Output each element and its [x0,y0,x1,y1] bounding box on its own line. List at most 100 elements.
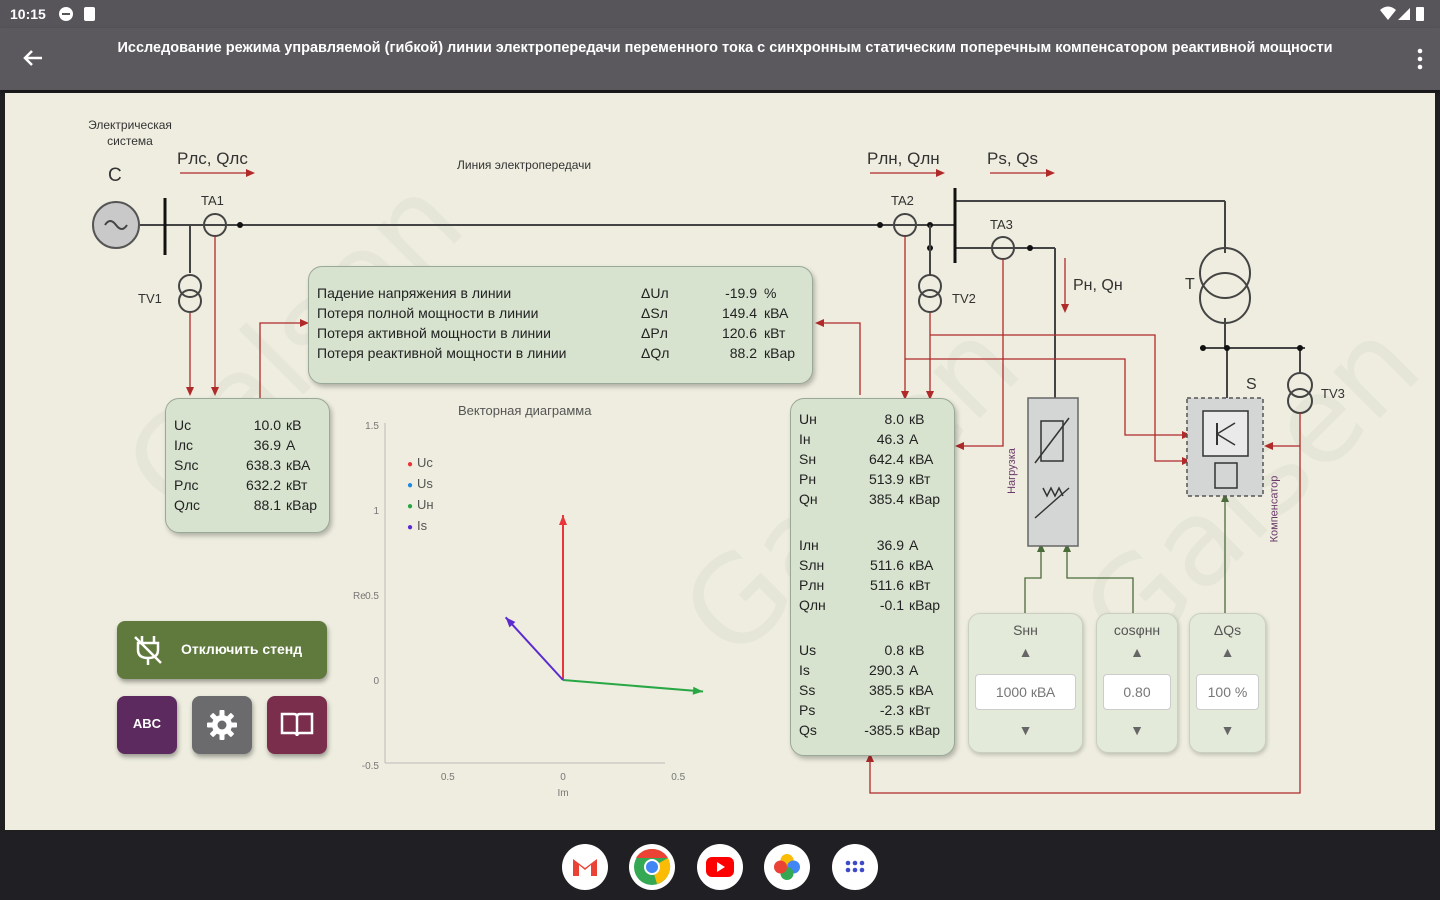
y-tick-label: 0.5 [365,591,379,602]
y-tick-label: 0 [373,676,379,687]
param-symbol: Us [799,642,817,658]
legend-label: Is [417,518,428,533]
param-value: 290.3 [868,662,904,678]
param-unit: кВт [909,577,931,593]
settings-button[interactable] [192,696,252,754]
param-symbol: Sлс [174,457,199,473]
apps-grid-icon[interactable] [832,844,878,890]
param-symbol: Sн [799,451,817,467]
notification-icons [58,6,98,25]
control-title: ΔQs [1213,622,1242,638]
status-bar: 10:15 [0,0,1440,28]
param-value: 385.4 [868,491,904,507]
chrome-icon[interactable] [629,844,675,890]
loss-symbol: ΔQл [641,345,670,361]
system-icons [1378,5,1428,26]
legend-dot-icon: ● [407,522,414,533]
pc-flow-label: Pлс, Qлс [177,149,248,168]
param-value: 0.8 [884,642,904,658]
loss-name: Потеря полной мощности в линии [317,305,539,321]
param-unit: кВ [909,642,925,658]
param-value: 8.0 [884,411,904,427]
more-menu-icon[interactable] [1414,46,1426,72]
youtube-icon[interactable] [697,844,743,890]
source-label: C [108,165,122,186]
chart-title: Векторная диаграмма [458,403,592,418]
page-title: Исследование режима управляемой (гибкой)… [117,40,1333,56]
param-symbol: Qн [799,491,818,507]
legend-item: ● Uс [407,453,434,474]
wifi-battery-icon [1380,6,1424,21]
gmail-icon[interactable] [562,844,608,890]
open-book-icon [280,712,314,737]
photos-icon[interactable] [764,844,810,890]
param-value: 46.3 [876,431,904,447]
param-unit: кВА [286,457,311,473]
param-symbol: Uс [174,417,192,433]
compensator-label: Компенсатор [1268,475,1281,543]
param-symbol: Uн [799,411,817,427]
param-value: 638.3 [245,457,281,473]
cosphi-field[interactable]: 0.80 [1103,674,1171,710]
increase-chevron-icon[interactable]: ▲ [1190,644,1265,666]
abc-button[interactable]: ABC [117,696,177,754]
loss-unit: кВт [764,325,786,341]
decrease-chevron-icon[interactable]: ▼ [969,722,1082,744]
decrease-chevron-icon[interactable]: ▼ [1190,722,1265,744]
app-bar: Исследование режима управляемой (гибкой)… [0,28,1440,90]
loss-value: 120.6 [721,325,757,341]
param-value: 385.5 [868,682,904,698]
decrease-chevron-icon[interactable]: ▼ [1097,722,1177,744]
param-unit: кВар [286,497,318,513]
x-tick-label: 0.5 [671,772,685,783]
stand-canvas: Galsen Galsen Galsen [5,93,1435,830]
param-symbol: Iлн [799,537,819,553]
load-flow-label: Pн, Qн [1073,277,1123,294]
param-value: -0.1 [879,597,904,613]
legend-item: ● Uн [407,495,434,516]
compensation-control: ΔQs ▲ 100 % ▼ [1189,613,1266,753]
param-unit: кВар [909,722,941,738]
param-value: 511.6 [870,557,904,573]
param-unit: кВА [909,682,934,698]
loss-value: 88.2 [729,345,757,361]
tv3-label: TV3 [1321,386,1345,401]
param-unit: А [909,537,919,553]
vector-2 [562,679,704,693]
loss-name: Потеря активной мощности в линии [317,325,551,341]
loss-unit: % [764,285,777,301]
legend-dot-icon: ● [407,480,414,491]
vector-head-0 [559,515,567,525]
param-symbol: Pлс [174,477,199,493]
x-axis-label: Im [557,788,568,798]
legend-label: Us [417,476,433,491]
y-tick-label: 1.5 [365,421,379,432]
control-title: cosφнн [1113,622,1161,638]
disconnect-stand-button[interactable]: Отключить стенд [117,621,327,679]
y-tick-label: 1 [373,506,379,517]
vpn-icon [59,7,95,21]
source-panel: Uс 10.0 кВ Iлс 36.9 А Sлс 638.3 кВА Pлс 632.2 кВт Qл… [165,398,330,533]
manual-button[interactable] [267,696,327,754]
increase-chevron-icon[interactable]: ▲ [969,644,1082,666]
increase-chevron-icon[interactable]: ▲ [1097,644,1177,666]
system-label: Электрическая система [88,118,172,148]
compensation-field[interactable]: 100 % [1196,674,1259,710]
param-symbol: Ss [799,682,816,698]
param-unit: кВар [909,597,941,613]
ta2-label: TA2 [891,193,914,208]
param-value: 88.1 [253,497,281,513]
load-power-field[interactable]: 1000 кВА [975,674,1076,710]
line-label: Линия электропередачи [457,158,592,172]
param-unit: кВт [286,477,308,493]
legend-dot-icon: ● [407,501,414,512]
back-arrow-icon[interactable] [18,43,48,73]
load-label: Нагрузка [1005,448,1018,494]
loss-symbol: ΔPл [641,325,668,341]
y-tick-label: -0.5 [362,761,380,772]
x-tick-label: 0.5 [441,772,455,783]
power-plug-off-icon [134,636,162,665]
param-symbol: Sлн [799,557,825,573]
y-axis-label: Re [353,591,366,602]
param-symbol: Is [799,662,810,678]
